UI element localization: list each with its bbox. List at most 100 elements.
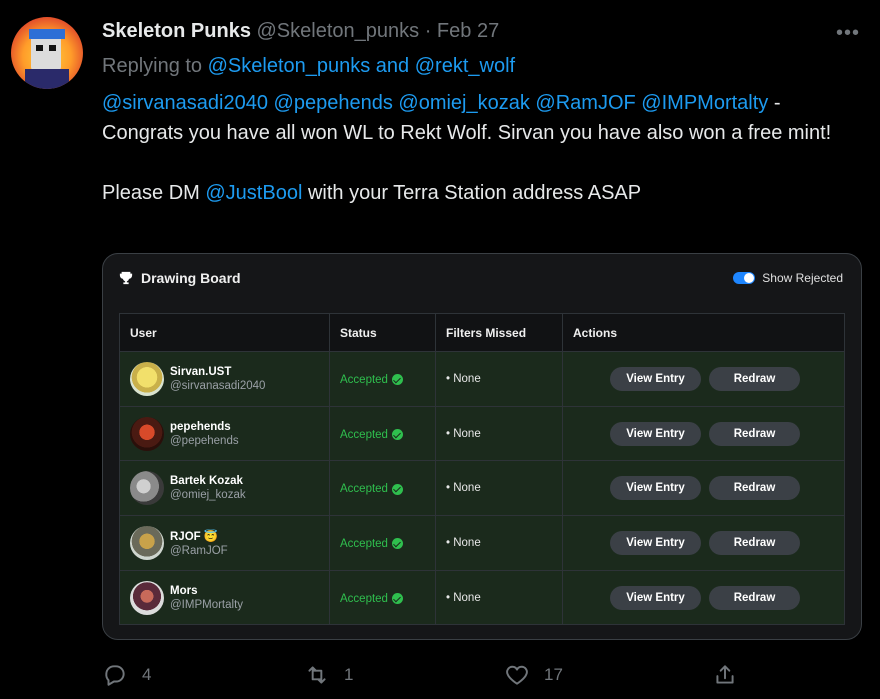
- retweet-count: 1: [344, 665, 354, 684]
- status-text: Accepted: [340, 537, 388, 550]
- separator-dot: ·: [419, 20, 437, 42]
- author-avatar[interactable]: [11, 17, 83, 89]
- actions-cell: View Entry Redraw: [562, 351, 845, 407]
- toggle-switch[interactable]: [733, 272, 756, 284]
- toggle-label: Show Rejected: [762, 271, 843, 285]
- view-entry-button[interactable]: View Entry: [610, 530, 701, 555]
- redraw-button[interactable]: Redraw: [709, 421, 800, 446]
- status-text: Accepted: [340, 428, 388, 441]
- share-action[interactable]: [712, 660, 738, 690]
- user-avatar[interactable]: [130, 361, 164, 396]
- column-header-user: User: [119, 313, 330, 352]
- user-name: RJOF 😇: [170, 530, 219, 543]
- replying-to-link[interactable]: @Skeleton_punks and @rekt_wolf: [208, 55, 515, 77]
- redraw-button[interactable]: Redraw: [709, 366, 800, 391]
- redraw-button[interactable]: Redraw: [709, 476, 800, 501]
- status-text: Accepted: [340, 483, 388, 496]
- user-handle: @sirvanasadi2040: [170, 379, 266, 392]
- dm-suffix: with your Terra Station address ASAP: [302, 182, 642, 204]
- view-entry-button[interactable]: View Entry: [610, 585, 701, 610]
- user-avatar[interactable]: [130, 525, 164, 560]
- mention-link[interactable]: @sirvanasadi2040: [102, 92, 268, 114]
- dm-prefix: Please DM: [102, 182, 206, 204]
- user-cell: Sirvan.UST @sirvanasadi2040: [119, 351, 330, 407]
- show-rejected-toggle[interactable]: Show Rejected: [733, 271, 843, 285]
- reply-icon: [105, 665, 125, 686]
- status-cell: Accepted: [329, 405, 436, 462]
- check-circle-icon: [391, 483, 403, 495]
- status-text: Accepted: [340, 373, 388, 386]
- redraw-button[interactable]: Redraw: [709, 530, 800, 555]
- mention-link[interactable]: @RamJOF: [535, 92, 635, 114]
- status-cell: Accepted: [329, 351, 436, 407]
- user-avatar[interactable]: [130, 580, 164, 615]
- column-header-filters: Filters Missed: [435, 313, 563, 352]
- user-handle: @RamJOF: [170, 544, 228, 557]
- status-text: Accepted: [340, 592, 388, 605]
- tweet-date[interactable]: Feb 27: [437, 20, 499, 42]
- user-cell: pepehends @pepehends: [119, 405, 330, 462]
- check-circle-icon: [391, 429, 403, 441]
- view-entry-button[interactable]: View Entry: [610, 366, 701, 391]
- author-handle-text: @Skeleton_punks: [256, 20, 420, 42]
- more-options-icon[interactable]: •••: [836, 22, 860, 45]
- like-count: 17: [544, 665, 563, 684]
- actions-cell: View Entry Redraw: [562, 569, 845, 626]
- user-name: pepehends: [170, 420, 231, 433]
- actions-cell: View Entry Redraw: [562, 460, 845, 517]
- table-row: Bartek Kozak @omiej_kozak Accepted • None…: [119, 460, 845, 517]
- dm-line: Please DM @JustBool with your Terra Stat…: [102, 178, 862, 208]
- status-cell: Accepted: [329, 569, 436, 626]
- share-icon: [716, 665, 734, 684]
- user-avatar[interactable]: [130, 416, 164, 451]
- heart-icon: [506, 665, 528, 685]
- check-circle-icon: [391, 538, 403, 550]
- column-header-status: Status: [329, 313, 436, 352]
- author-handle[interactable]: @Skeleton_punks: [257, 20, 420, 42]
- replying-prefix: Replying to: [102, 55, 208, 77]
- table-row: RJOF 😇 @RamJOF Accepted • None View Entry…: [119, 515, 845, 571]
- filters-cell: • None: [435, 351, 563, 407]
- filters-cell: • None: [435, 569, 563, 626]
- trophy-icon: [119, 271, 133, 285]
- filters-cell: • None: [435, 405, 563, 462]
- user-handle: @pepehends: [170, 434, 239, 447]
- status-cell: Accepted: [329, 460, 436, 517]
- user-avatar[interactable]: [130, 471, 164, 506]
- drawing-board-title: Drawing Board: [119, 270, 241, 286]
- replying-to-line: Replying to @Skeleton_punks and @rekt_wo…: [102, 55, 515, 78]
- retweet-action[interactable]: 1: [304, 660, 353, 690]
- user-name: Bartek Kozak: [170, 475, 243, 488]
- tweet-header: Skeleton Punks @Skeleton_punks · Feb 27: [102, 20, 499, 43]
- mention-link[interactable]: @JustBool: [205, 182, 302, 204]
- user-handle: @omiej_kozak: [170, 489, 246, 502]
- entries-table: User Status Filters Missed Actions Sirva…: [119, 313, 845, 626]
- table-row: Sirvan.UST @sirvanasadi2040 Accepted • No…: [119, 351, 845, 407]
- reply-count: 4: [142, 665, 152, 684]
- avatar-bandana: [29, 29, 65, 39]
- author-name[interactable]: Skeleton Punks: [102, 20, 251, 42]
- table-header-row: User Status Filters Missed Actions: [119, 313, 845, 352]
- dash-text: -: [768, 92, 781, 114]
- status-cell: Accepted: [329, 515, 436, 571]
- redraw-button[interactable]: Redraw: [709, 585, 800, 610]
- like-action[interactable]: 17: [504, 660, 563, 690]
- view-entry-button[interactable]: View Entry: [610, 421, 701, 446]
- tweet-body: @sirvanasadi2040 @pepehends @omiej_kozak…: [102, 88, 862, 208]
- check-circle-icon: [391, 593, 403, 605]
- actions-cell: View Entry Redraw: [562, 405, 845, 462]
- actions-cell: View Entry Redraw: [562, 515, 845, 571]
- reply-action[interactable]: 4: [102, 660, 151, 690]
- view-entry-button[interactable]: View Entry: [610, 476, 701, 501]
- user-cell: Bartek Kozak @omiej_kozak: [119, 460, 330, 517]
- mention-link[interactable]: @pepehends: [274, 92, 393, 114]
- user-handle: @IMPMortalty: [170, 598, 244, 611]
- user-cell: RJOF 😇 @RamJOF: [119, 515, 330, 571]
- mention-link[interactable]: @IMPMortalty: [641, 92, 768, 114]
- avatar-eye: [36, 45, 43, 51]
- mention-link[interactable]: @omiej_kozak: [398, 92, 529, 114]
- user-name: Sirvan.UST: [170, 365, 232, 378]
- user-name: Mors: [170, 584, 198, 597]
- retweet-icon: [308, 666, 326, 684]
- attached-screenshot[interactable]: Drawing Board Show Rejected User Status …: [102, 253, 862, 640]
